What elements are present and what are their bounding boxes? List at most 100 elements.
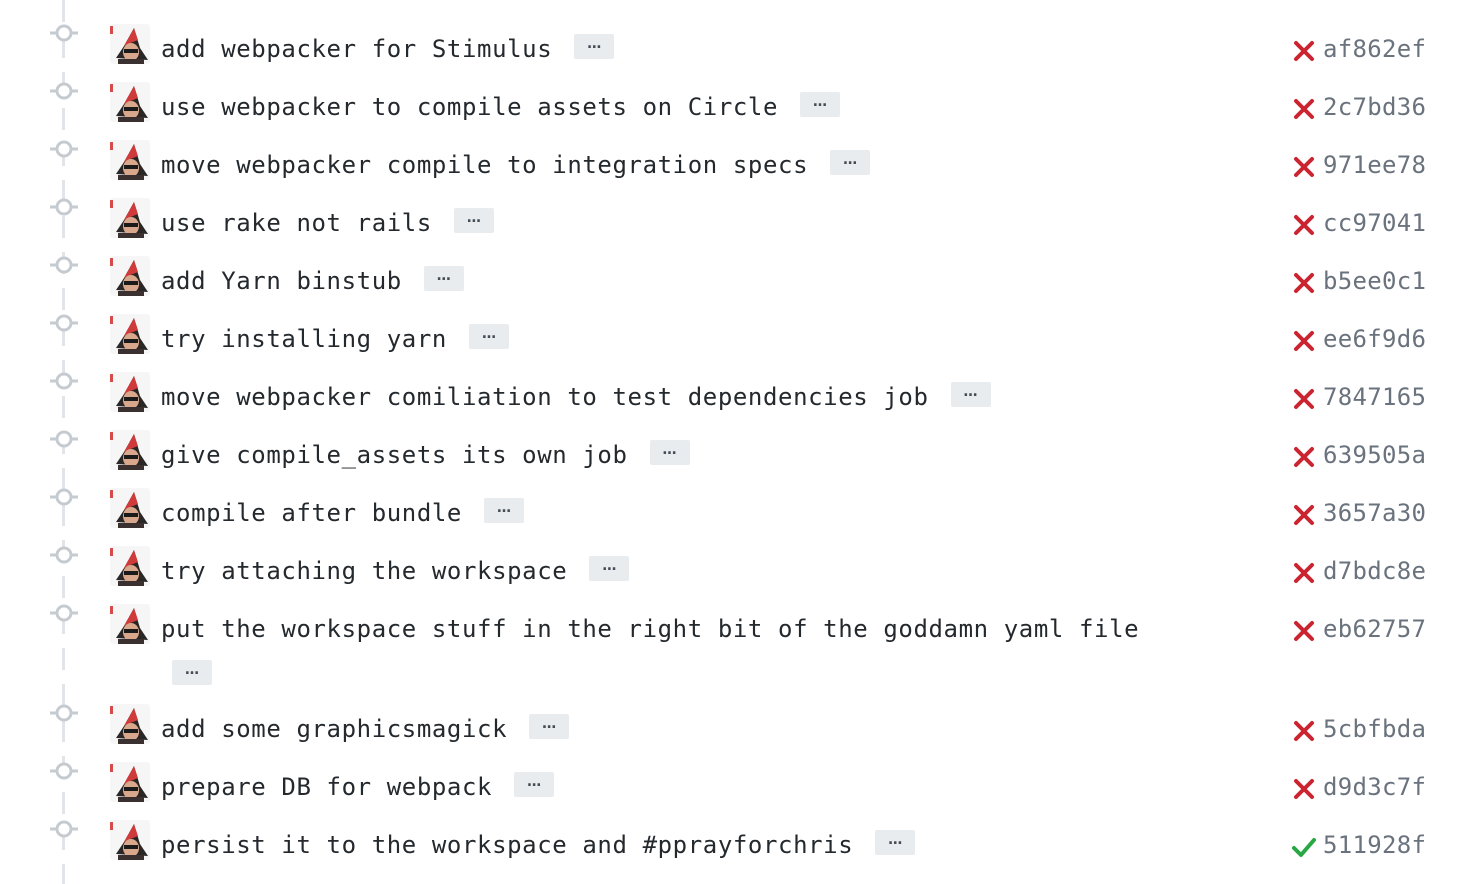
expand-details-button[interactable]: … <box>649 439 690 465</box>
expand-details-button[interactable]: … <box>950 381 991 407</box>
expand-details-button[interactable]: … <box>423 265 464 291</box>
commit-message[interactable]: put the workspace stuff in the right bit… <box>161 612 1139 646</box>
commit-dot-icon <box>50 256 78 274</box>
avatar <box>110 198 150 238</box>
commit-message[interactable]: prepare DB for webpack … <box>161 770 555 804</box>
commit-row: try attaching the workspace … d7bdc8e <box>0 530 1458 588</box>
ellipsis-icon: … <box>481 325 496 342</box>
expand-details-button[interactable]: … <box>514 771 555 797</box>
commit-sha-link[interactable]: d9d3c7f <box>1323 770 1426 804</box>
commit-row: use webpacker to compile assets on Circl… <box>0 66 1458 124</box>
avatar <box>110 488 150 528</box>
commit-message[interactable]: add webpacker for Stimulus … <box>161 32 615 66</box>
commit-row: put the workspace stuff in the right bit… <box>0 588 1458 688</box>
failure-x-icon[interactable] <box>1291 560 1317 586</box>
commit-message-text[interactable]: try attaching the workspace <box>161 557 567 585</box>
failure-x-icon[interactable] <box>1291 154 1317 180</box>
ellipsis-icon: … <box>466 209 481 226</box>
commit-message-text[interactable]: move webpacker compile to integration sp… <box>161 151 808 179</box>
commit-message[interactable]: add some graphicsmagick … <box>161 712 570 746</box>
commit-message[interactable]: persist it to the workspace and #pprayfo… <box>161 828 916 862</box>
success-check-icon[interactable] <box>1291 834 1317 860</box>
commit-dot-icon <box>50 604 78 622</box>
commit-row: give compile_assets its own job … 639505a <box>0 414 1458 472</box>
commit-sha-link[interactable]: 639505a <box>1323 438 1426 472</box>
commit-sha-link[interactable]: b5ee0c1 <box>1323 264 1426 298</box>
commit-dot-icon <box>50 314 78 332</box>
failure-x-icon[interactable] <box>1291 38 1317 64</box>
commit-dot-icon <box>50 820 78 838</box>
commit-message[interactable]: move webpacker compile to integration sp… <box>161 148 871 182</box>
commit-sha-link[interactable]: 5cbfbda <box>1323 712 1426 746</box>
commit-message-text[interactable]: add some graphicsmagick <box>161 715 507 743</box>
commit-sha-link[interactable]: ee6f9d6 <box>1323 322 1426 356</box>
commit-sha-link[interactable]: af862ef <box>1323 32 1426 66</box>
commit-sha-link[interactable]: cc97041 <box>1323 206 1426 240</box>
commit-message[interactable]: use rake not rails … <box>161 206 494 240</box>
commit-sha-link[interactable]: eb62757 <box>1323 612 1426 646</box>
avatar <box>110 820 150 860</box>
ellipsis-icon: … <box>963 383 978 400</box>
commit-dot-icon <box>50 24 78 42</box>
commit-message[interactable]: add Yarn binstub … <box>161 264 464 298</box>
commit-message-text[interactable]: use rake not rails <box>161 209 432 237</box>
commit-sha-link[interactable]: 511928f <box>1323 828 1426 862</box>
commit-sha-link[interactable]: 971ee78 <box>1323 148 1426 182</box>
ellipsis-icon: … <box>542 715 557 732</box>
commit-row: move webpacker comiliation to test depen… <box>0 356 1458 414</box>
commit-row: compile after bundle … 3657a30 <box>0 472 1458 530</box>
commit-sha-link[interactable]: 7847165 <box>1323 380 1426 414</box>
commit-message-text[interactable]: give compile_assets its own job <box>161 441 628 469</box>
commit-row: prepare DB for webpack … d9d3c7f <box>0 746 1458 804</box>
failure-x-icon[interactable] <box>1291 386 1317 412</box>
avatar <box>110 314 150 354</box>
expand-details-button[interactable]: … <box>529 713 570 739</box>
commit-message-text[interactable]: add Yarn binstub <box>161 267 402 295</box>
failure-x-icon[interactable] <box>1291 502 1317 528</box>
expand-details-button[interactable]: … <box>172 660 212 685</box>
expand-details-button[interactable]: … <box>483 497 524 523</box>
commit-dot-icon <box>50 140 78 158</box>
failure-x-icon[interactable] <box>1291 270 1317 296</box>
commit-message[interactable]: use webpacker to compile assets on Circl… <box>161 90 841 124</box>
expand-details-button[interactable]: … <box>453 207 494 233</box>
failure-x-icon[interactable] <box>1291 96 1317 122</box>
failure-x-icon[interactable] <box>1291 212 1317 238</box>
expand-details-button[interactable]: … <box>830 149 871 175</box>
expand-details-button[interactable]: … <box>800 91 841 117</box>
commit-message[interactable]: compile after bundle … <box>161 496 524 530</box>
expand-details-button[interactable]: … <box>574 33 615 59</box>
commit-message-text[interactable]: move webpacker comiliation to test depen… <box>161 383 929 411</box>
commit-message-text[interactable]: use webpacker to compile assets on Circl… <box>161 93 778 121</box>
commit-row: add webpacker for Stimulus … af862ef <box>0 8 1458 66</box>
commit-row: try installing yarn … ee6f9d6 <box>0 298 1458 356</box>
expand-details-button[interactable]: … <box>589 555 630 581</box>
failure-x-icon[interactable] <box>1291 618 1317 644</box>
commit-row: add some graphicsmagick … 5cbfbda <box>0 688 1458 746</box>
commit-message-text[interactable]: put the workspace stuff in the right bit… <box>161 615 1139 643</box>
failure-x-icon[interactable] <box>1291 444 1317 470</box>
commit-row: persist it to the workspace and #pprayfo… <box>0 804 1458 862</box>
commit-message-text[interactable]: persist it to the workspace and #pprayfo… <box>161 831 853 859</box>
commit-message[interactable]: try installing yarn … <box>161 322 509 356</box>
ellipsis-icon: … <box>436 267 451 284</box>
ellipsis-icon: … <box>496 499 511 516</box>
ellipsis-icon: … <box>527 773 542 790</box>
commit-message[interactable]: try attaching the workspace … <box>161 554 630 588</box>
commit-sha-link[interactable]: d7bdc8e <box>1323 554 1426 588</box>
expand-details-button[interactable]: … <box>875 829 916 855</box>
commit-message-text[interactable]: try installing yarn <box>161 325 447 353</box>
commit-sha-link[interactable]: 3657a30 <box>1323 496 1426 530</box>
failure-x-icon[interactable] <box>1291 718 1317 744</box>
commit-message-text[interactable]: add webpacker for Stimulus <box>161 35 552 63</box>
commit-message-text[interactable]: compile after bundle <box>161 499 462 527</box>
commit-message[interactable]: move webpacker comiliation to test depen… <box>161 380 991 414</box>
failure-x-icon[interactable] <box>1291 776 1317 802</box>
avatar <box>110 372 150 412</box>
ellipsis-icon: … <box>843 151 858 168</box>
expand-details-button[interactable]: … <box>468 323 509 349</box>
commit-message-text[interactable]: prepare DB for webpack <box>161 773 492 801</box>
commit-sha-link[interactable]: 2c7bd36 <box>1323 90 1426 124</box>
failure-x-icon[interactable] <box>1291 328 1317 354</box>
commit-message[interactable]: give compile_assets its own job … <box>161 438 690 472</box>
